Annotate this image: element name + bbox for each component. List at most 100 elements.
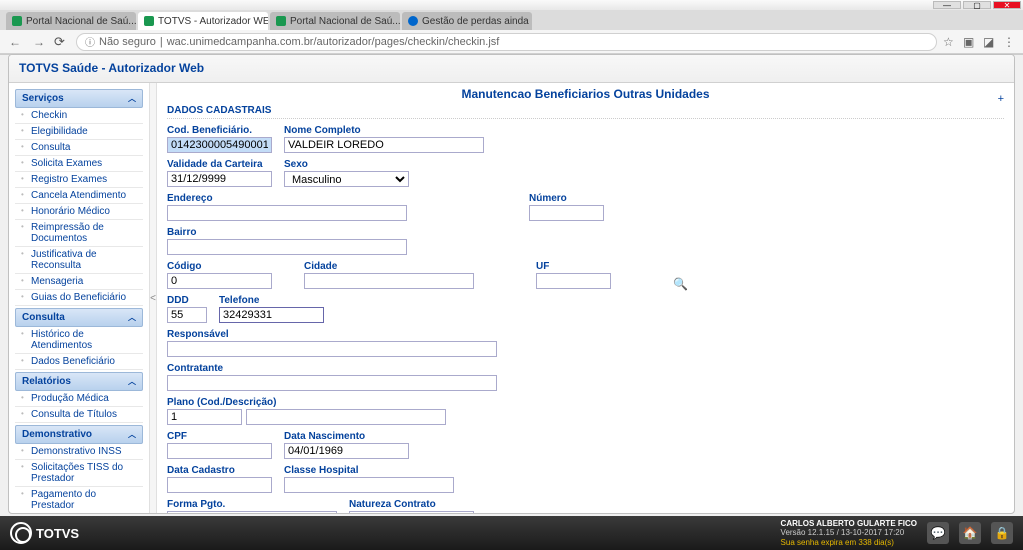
sidebar-item-mensageria[interactable]: Mensageria <box>15 274 143 290</box>
add-icon[interactable]: + <box>998 93 1004 105</box>
section-label: Relatórios <box>22 376 71 387</box>
browser-tab[interactable]: Portal Nacional de Saú...✕ <box>270 12 400 30</box>
input-cpf[interactable] <box>167 443 272 459</box>
input-cidade[interactable] <box>304 273 474 289</box>
menu-icon[interactable]: ⋮ <box>1003 35 1017 49</box>
sidebar-item-justificativa[interactable]: Justificativa de Reconsulta <box>15 247 143 274</box>
footer-logo: TOTVS <box>10 522 79 544</box>
input-classe-hospital[interactable] <box>284 477 454 493</box>
input-uf[interactable] <box>536 273 611 289</box>
footer-username: CARLOS ALBERTO GULARTE FICO <box>781 519 917 529</box>
app-container: TOTVS Saúde - Autorizador Web Serviços︿ … <box>8 54 1015 514</box>
window-close[interactable]: ✕ <box>993 1 1021 9</box>
sidebar-item-dados-benef[interactable]: Dados Beneficiário <box>15 354 143 370</box>
label-classe-hospital: Classe Hospital <box>284 465 454 476</box>
sidebar-item-consulta[interactable]: Consulta <box>15 140 143 156</box>
favicon-icon <box>12 16 22 26</box>
browser-chrome: — ▢ ✕ Portal Nacional de Saú...✕ TOTVS -… <box>0 0 1023 55</box>
label-plano: Plano (Cod./Descrição) <box>167 397 446 408</box>
sidebar-item-solicita-exames[interactable]: Solicita Exames <box>15 156 143 172</box>
input-validade[interactable] <box>167 171 272 187</box>
extension-icon[interactable]: ▣ <box>963 35 977 49</box>
label-endereco: Endereço <box>167 193 407 204</box>
sidebar-section-consulta[interactable]: Consulta︿ <box>15 308 143 327</box>
sidebar-item-historico[interactable]: Histórico de Atendimentos <box>15 327 143 354</box>
sidebar-item-checkin[interactable]: Checkin <box>15 108 143 124</box>
chat-icon[interactable]: 💬 <box>927 522 949 544</box>
extension-icon[interactable]: ◪ <box>983 35 997 49</box>
chevron-up-icon: ︿ <box>128 429 136 440</box>
form-grid: Cod. Beneficiário. Nome Completo Validad… <box>167 125 1004 514</box>
browser-tab[interactable]: Gestão de perdas ainda ...✕ <box>402 12 532 30</box>
footer-user-block: CARLOS ALBERTO GULARTE FICO Versão 12.1.… <box>781 519 917 548</box>
favicon-icon <box>144 16 154 26</box>
input-data-nascimento[interactable] <box>284 443 409 459</box>
star-icon[interactable]: ☆ <box>943 35 957 49</box>
sidebar-item-cancela-atend[interactable]: Cancela Atendimento <box>15 188 143 204</box>
browser-tab[interactable]: Portal Nacional de Saú...✕ <box>6 12 136 30</box>
home-icon[interactable]: 🏠 <box>959 522 981 544</box>
secure-label: Não seguro <box>99 36 156 48</box>
sidebar-item-tiss[interactable]: Solicitações TISS do Prestador <box>15 460 143 487</box>
chevron-up-icon: ︿ <box>128 93 136 104</box>
sidebar-section-servicos[interactable]: Serviços︿ <box>15 89 143 108</box>
label-natureza-contrato: Natureza Contrato <box>349 499 474 510</box>
nav-forward-icon[interactable]: → <box>30 33 48 51</box>
tab-label: Portal Nacional de Saú... <box>290 16 400 27</box>
sidebar-collapse-handle[interactable]: < <box>149 83 157 513</box>
label-sexo: Sexo <box>284 159 409 170</box>
sidebar-section-demonstrativo[interactable]: Demonstrativo ︿ <box>15 425 143 444</box>
reload-icon[interactable]: ⟳ <box>54 34 70 50</box>
input-endereco[interactable] <box>167 205 407 221</box>
label-cidade: Cidade <box>304 261 474 272</box>
input-telefone[interactable] <box>219 307 324 323</box>
section-label: Demonstrativo <box>22 429 92 440</box>
address-bar[interactable]: ⓘ Não seguro | wac.unimedcampanha.com.br… <box>76 33 937 51</box>
label-forma-pgto: Forma Pgto. <box>167 499 337 510</box>
input-nome-completo[interactable] <box>284 137 484 153</box>
window-titlebar: — ▢ ✕ <box>0 0 1023 10</box>
favicon-icon <box>408 16 418 26</box>
browser-tabs: Portal Nacional de Saú...✕ TOTVS - Autor… <box>0 10 1023 30</box>
nav-back-icon[interactable]: ← <box>6 33 24 51</box>
input-bairro[interactable] <box>167 239 407 255</box>
favicon-icon <box>276 16 286 26</box>
input-contratante[interactable] <box>167 375 497 391</box>
select-natureza-contrato[interactable]: 0 - Não Informado <box>349 511 474 514</box>
input-responsavel[interactable] <box>167 341 497 357</box>
browser-tab-active[interactable]: TOTVS - Autorizador WE✕ <box>138 12 268 30</box>
input-cod-beneficiario[interactable] <box>167 137 272 153</box>
sidebar: Serviços︿ Checkin Elegibilidade Consulta… <box>9 83 149 513</box>
input-plano-cod[interactable] <box>167 409 242 425</box>
sidebar-item-honorario[interactable]: Honorário Médico <box>15 204 143 220</box>
window-minimize[interactable]: — <box>933 1 961 9</box>
select-sexo[interactable]: Masculino <box>284 171 409 187</box>
sidebar-item-inss[interactable]: Demonstrativo INSS <box>15 444 143 460</box>
form-title: Manutencao Beneficiarios Outras Unidades <box>167 87 1004 101</box>
footer-bar: TOTVS CARLOS ALBERTO GULARTE FICO Versão… <box>0 516 1023 550</box>
sidebar-section-relatorios[interactable]: Relatórios︿ <box>15 372 143 391</box>
page-header: TOTVS Saúde - Autorizador Web <box>9 55 1014 83</box>
search-icon[interactable]: 🔍 <box>673 277 688 291</box>
label-cpf: CPF <box>167 431 272 442</box>
input-codigo[interactable] <box>167 273 272 289</box>
address-bar-row: ← → ⟳ ⓘ Não seguro | wac.unimedcampanha.… <box>0 30 1023 54</box>
input-data-cadastro[interactable] <box>167 477 272 493</box>
sidebar-item-guias[interactable]: Guias do Beneficiário <box>15 290 143 306</box>
sidebar-item-reimpressao[interactable]: Reimpressão de Documentos <box>15 220 143 247</box>
tab-label: TOTVS - Autorizador WE <box>158 16 268 27</box>
sidebar-item-producao[interactable]: Produção Médica <box>15 391 143 407</box>
sidebar-item-elegibilidade[interactable]: Elegibilidade <box>15 124 143 140</box>
sidebar-item-registro-exames[interactable]: Registro Exames <box>15 172 143 188</box>
info-icon: ⓘ <box>85 34 95 49</box>
lock-icon[interactable]: 🔒 <box>991 522 1013 544</box>
input-plano-desc[interactable] <box>246 409 446 425</box>
sidebar-item-pagamento[interactable]: Pagamento do Prestador <box>15 487 143 514</box>
footer-expire: Sua senha expira em 338 dia(s) <box>781 538 917 548</box>
window-maximize[interactable]: ▢ <box>963 1 991 9</box>
toolbar-right: ☆ ▣ ◪ ⋮ <box>943 35 1017 49</box>
input-numero[interactable] <box>529 205 604 221</box>
sidebar-item-titulos[interactable]: Consulta de Títulos <box>15 407 143 423</box>
input-ddd[interactable] <box>167 307 207 323</box>
input-forma-pgto[interactable] <box>167 511 337 514</box>
